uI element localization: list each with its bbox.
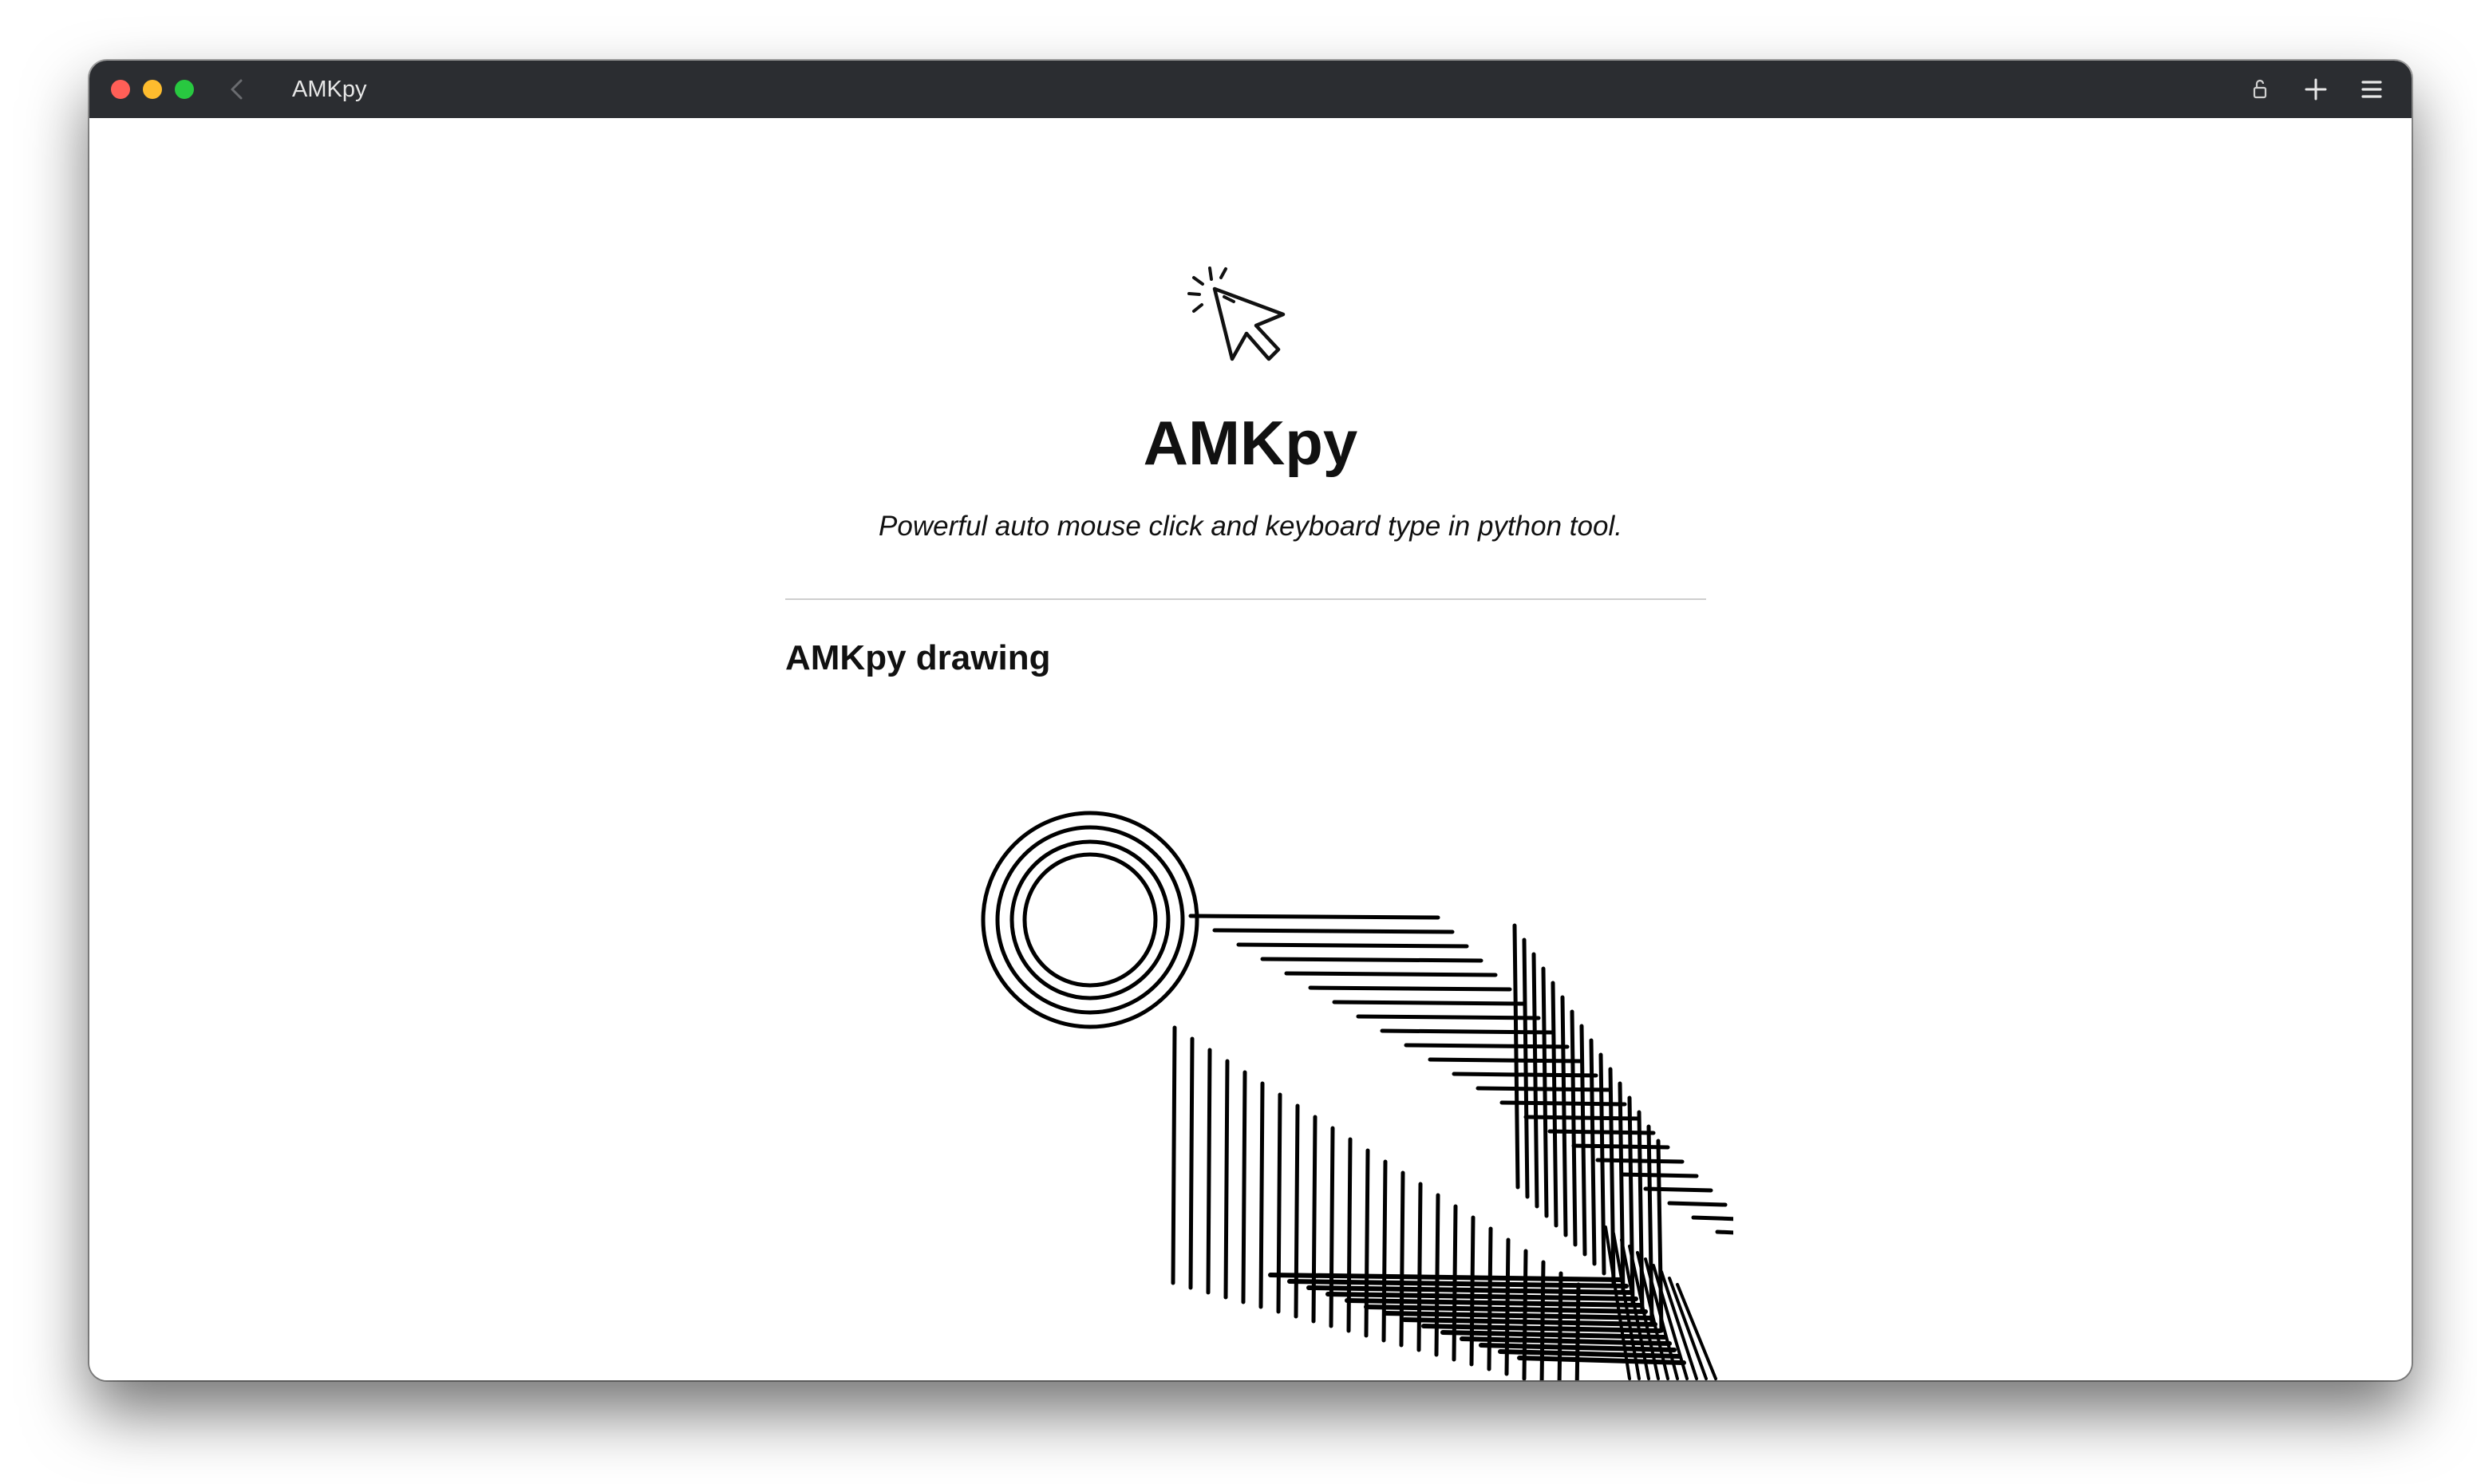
minimize-window-button[interactable] xyxy=(143,80,162,99)
close-window-button[interactable] xyxy=(111,80,130,99)
plus-icon[interactable] xyxy=(2300,73,2332,105)
section-heading: AMKpy drawing xyxy=(785,638,1051,677)
divider xyxy=(785,598,1706,600)
page-title: AMKpy xyxy=(1143,408,1358,478)
maximize-window-button[interactable] xyxy=(175,80,194,99)
title-bar: AMKpy xyxy=(89,61,2412,118)
page-content: AMKpy Powerful auto mouse click and keyb… xyxy=(89,118,2412,1380)
cursor-click-icon xyxy=(1186,259,1298,370)
window-title: AMKpy xyxy=(292,77,367,102)
amkpy-drawing-image xyxy=(981,811,1733,1380)
browser-window: AMKpy AMKpy Powerful auto mouse click an… xyxy=(89,61,2412,1380)
hamburger-menu-icon[interactable] xyxy=(2356,73,2388,105)
tagline: Powerful auto mouse click and keyboard t… xyxy=(879,511,1622,542)
chevron-left-icon[interactable] xyxy=(223,75,252,104)
lock-icon[interactable] xyxy=(2244,73,2276,105)
